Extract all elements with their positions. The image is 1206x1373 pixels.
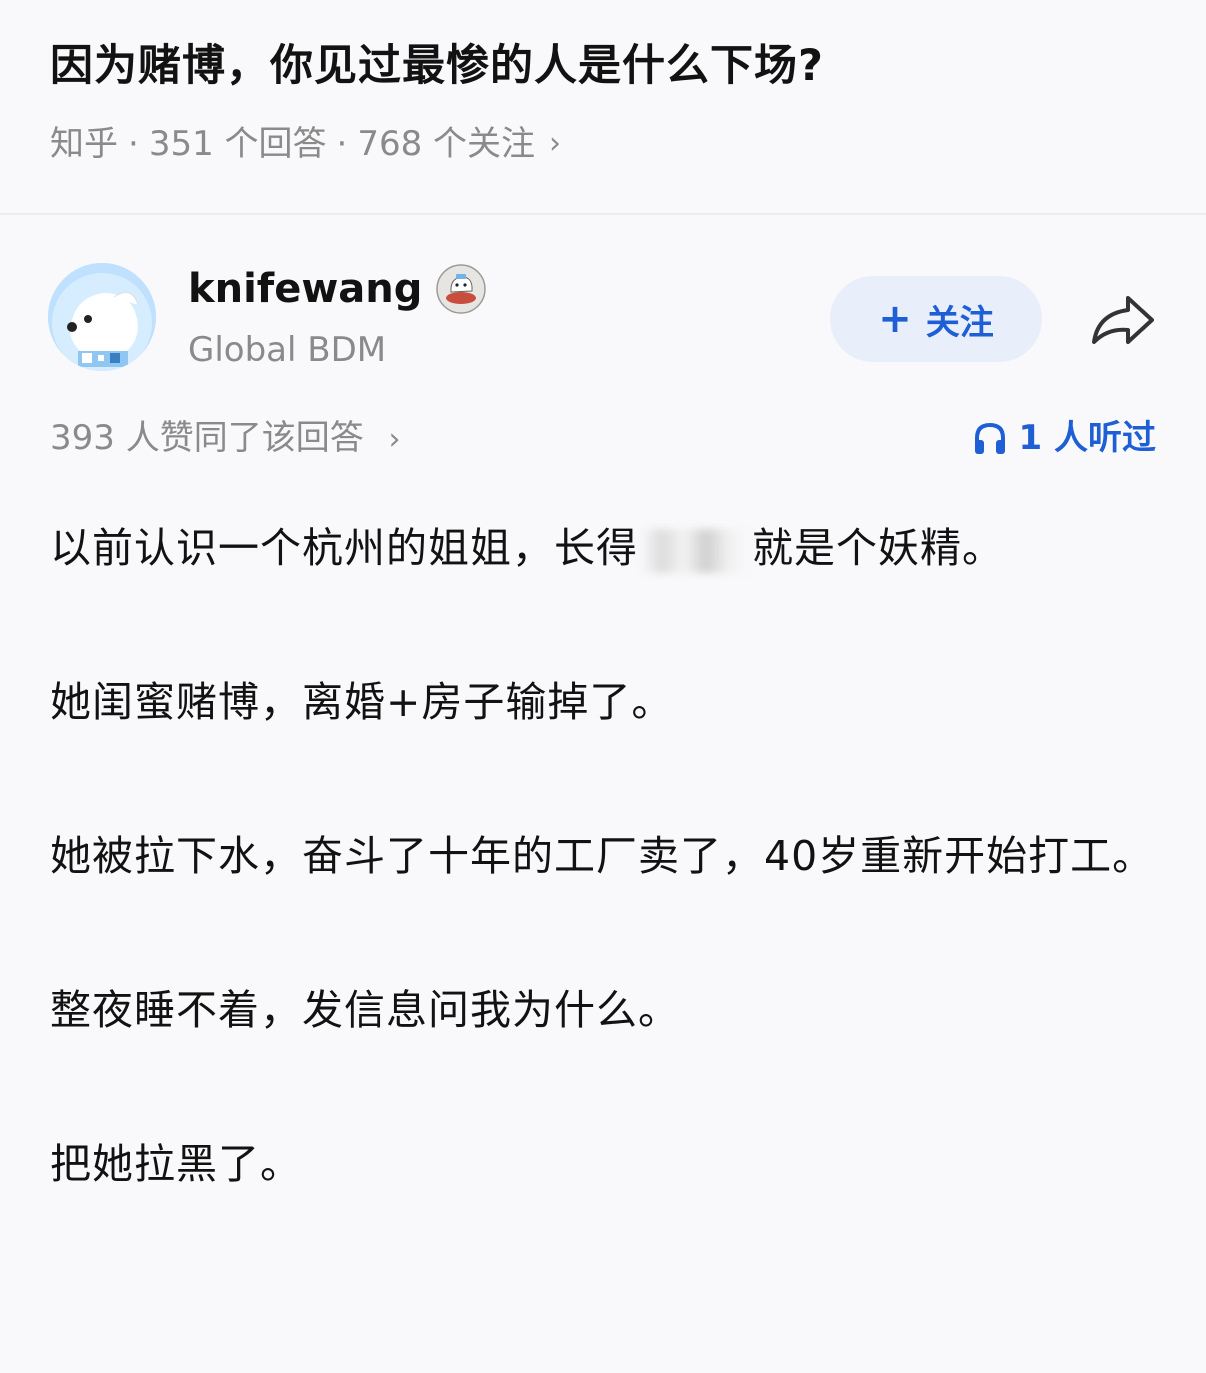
follower-count: 768 个关注 [357,124,536,164]
headphones-icon [974,422,1005,454]
paragraph-2: 她闺蜜赌博，离婚+房子输掉了。 [50,678,674,726]
paragraph-1-end: 就是个妖精。 [752,524,1004,572]
badge-icon [436,264,487,314]
paragraph-4: 整夜睡不着，发信息问我为什么。 [50,986,680,1034]
follow-button[interactable]: + 关注 [830,276,1042,362]
separator-dot: · [128,124,139,164]
question-meta[interactable]: 知乎 · 351 个回答 · 768 个关注 › [50,120,561,168]
chevron-right-icon: › [388,422,401,457]
paragraph-1-start: 以前认识一个杭州的姐姐，长得 [50,524,638,572]
avatar-image [48,263,156,371]
author-name-text: knifewang [188,266,423,312]
upvote-count: 393 人赞同了该回答 [50,418,364,458]
listen-count-text: 1 人听过 [1018,418,1157,458]
follow-label: 关注 [925,302,994,343]
share-icon[interactable] [1088,290,1158,350]
separator-dot: · [336,124,348,164]
answer-body: 以前认识一个杭州的姐姐，长得 就是个妖精。 她闺蜜赌博，离婚+房子输掉了。 她被拉… [50,508,1160,1278]
divider [0,213,1206,215]
answer-count: 351 个回答 [148,124,327,164]
source-label: 知乎 [50,124,118,164]
author-name[interactable]: knifewang [188,262,487,316]
question-title[interactable]: 因为赌博，你见过最惨的人是什么下场? [50,36,824,96]
paragraph-3: 她被拉下水，奋斗了十年的工厂卖了，40岁重新开始打工。 [50,832,1155,880]
paragraph-1: 以前认识一个杭州的姐姐，长得 就是个妖精。 [50,508,1160,588]
author-headline: Global BDM [188,330,387,370]
paragraph-5: 把她拉黑了。 [50,1140,302,1188]
plus-icon: + [878,296,912,342]
blurred-text [640,529,750,573]
upvote-summary[interactable]: 393 人赞同了该回答 › [50,414,401,464]
answer-page: 因为赌博，你见过最惨的人是什么下场? 知乎 · 351 个回答 · 768 个关… [0,0,1206,1373]
chevron-right-icon: › [549,126,562,161]
avatar[interactable] [48,263,156,371]
listen-count[interactable]: 1 人听过 [971,414,1157,462]
